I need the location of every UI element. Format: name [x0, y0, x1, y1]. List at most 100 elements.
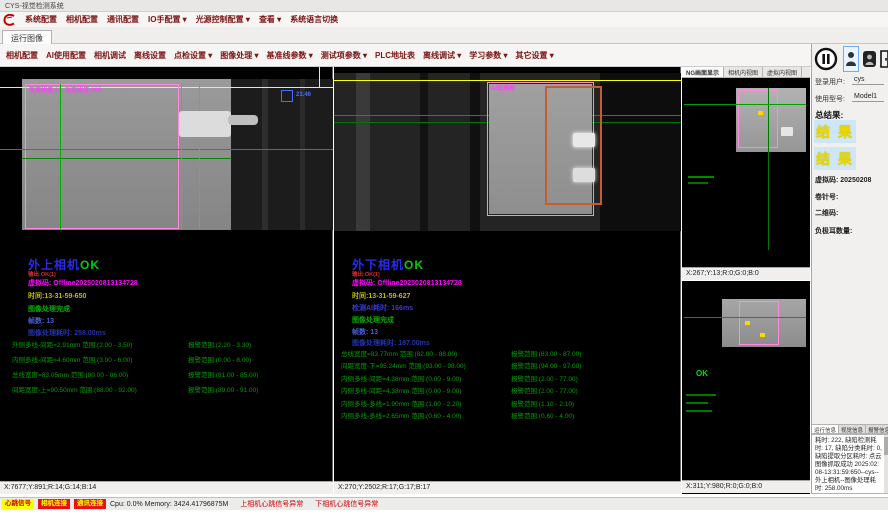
measurement-text: 内侧多线-多线=2.65mm 范围:(0.60 - 4.00) — [341, 410, 461, 420]
result-badge-bottom: 结 果 — [814, 147, 856, 170]
roi-threshold-label: 灰度阈值:93, 动态阈值:100 — [29, 85, 101, 94]
toolbar-other-setting[interactable]: 其它设置 ▾ — [516, 50, 554, 61]
menu-item-camera-config[interactable]: 相机配置 — [66, 14, 98, 25]
toolbar-camera-config[interactable]: 相机配置 — [6, 50, 38, 61]
mid-image-dark-area — [600, 73, 681, 231]
process-done-text: 图像处理完成 — [28, 304, 70, 314]
alarm-range-text: 报警范围:(81.00 - 85.00) — [188, 369, 258, 379]
alarm-range-text: 报警范围:(0.00 - 8.00) — [188, 354, 251, 364]
application-window: CYS-视觉检测系统 系统配置 相机配置 通讯配置 IO手配置 ▾ 光源控制配置… — [0, 0, 888, 522]
toolbar-offline-debug[interactable]: 离线调试 ▾ — [423, 50, 461, 61]
right-sidebar: 登录用户: cys 使用型号: Model1 总结果: 结 果 结 果 虚拟码:… — [811, 44, 888, 494]
menu-item-view[interactable]: 查看 ▾ — [259, 14, 281, 25]
tab-strip: 运行图像 — [0, 27, 888, 44]
menu-item-comm-config[interactable]: 通讯配置 — [107, 14, 139, 25]
log-scrollbar[interactable] — [884, 435, 888, 494]
capture-time-text: 时间:13-31-59-627 — [352, 291, 410, 301]
left-image-stripe — [262, 79, 268, 230]
preview-panel[interactable]: OK X:311;Y:980;R:0;G:0;B:0 — [682, 281, 810, 494]
log-text-area[interactable]: 耗时: 222, 缺陷检测耗时: 17, 缺陷分类耗时: 0, 缺陷提取分区耗时… — [812, 434, 888, 494]
virtual-code-text: 虚拟码: Offline2025020813134728 — [28, 278, 138, 288]
toolbar-ai-config[interactable]: AI使用配置 — [46, 50, 86, 61]
tab-camera-view[interactable]: 相机内视图 — [724, 67, 763, 77]
user-login-button[interactable] — [843, 46, 859, 72]
tab-vision-info[interactable]: 视觉信息 — [839, 425, 866, 433]
preview-result-text: OK — [696, 369, 708, 378]
exit-button[interactable] — [879, 49, 888, 69]
login-user-label: 登录用户: — [815, 77, 845, 87]
alarm-range-text: 报警范围:(89.00 - 91.00) — [188, 384, 258, 394]
bright-tab-blob — [573, 168, 595, 182]
tab-run-image[interactable]: 运行图像 — [2, 30, 52, 44]
log-scrollbar-thumb[interactable] — [884, 437, 888, 455]
measurement-text: 间距宽度-下=95.24mm 范围:(93.00 - 98.00) — [341, 360, 466, 370]
green-measure-line — [684, 104, 806, 105]
middle-pixel-status-bar: X:270;Y:2502;R:17;G:17;B:17 — [334, 481, 681, 494]
heartbeat-status-badge: 心跳信号 — [2, 499, 34, 509]
ai-roi-label: AI处理框 — [491, 83, 515, 92]
toolbar-plc-address[interactable]: PLC地址表 — [375, 50, 415, 61]
comm-link-status-badge: 通讯连接 — [74, 499, 106, 509]
login-user-value[interactable]: cys — [852, 76, 884, 85]
measurement-text: 内侧多线-间距=4.38mm 范围:(0.00 - 9.00) — [341, 385, 461, 395]
reel-number-label: 卷针号: — [815, 192, 838, 202]
ng-panel-tabs: NG画面显示 相机内视图 虚拟内视图 — [682, 67, 810, 78]
menu-item-system-config[interactable]: 系统配置 — [25, 14, 57, 25]
measurement-text: 外侧多线-间距=2.91mm 范围:(2.00 - 3.50) — [12, 339, 132, 349]
mid-image-stripe — [470, 73, 480, 231]
yellow-marker — [760, 333, 765, 337]
violet-measure-line — [181, 84, 182, 229]
tab-virtual-view[interactable]: 虚拟内视图 — [763, 67, 802, 77]
window-titlebar[interactable]: CYS-视觉检测系统 — [0, 0, 888, 12]
tab-alarm-info[interactable]: 报警信息 — [866, 425, 888, 433]
overlay-text-smudge — [686, 394, 716, 396]
process-elapsed-text: 图像处理耗时: 187.00ms — [352, 338, 430, 348]
overlay-text-smudge — [688, 182, 708, 184]
toolbar-learn-params[interactable]: 学习参数 ▾ — [469, 50, 507, 61]
left-camera-viewport[interactable]: 灰度阈值:93, 动态阈值:100 23.46 外上相机OK 输出:OK(1) … — [0, 67, 333, 494]
menu-item-light-config[interactable]: 光源控制配置 ▾ — [196, 14, 250, 25]
user-settings-icon — [862, 50, 877, 68]
model-value[interactable]: Model1 — [852, 93, 884, 102]
roi-rectangle — [25, 84, 179, 229]
toolbar-offline-setting[interactable]: 离线设置 — [134, 50, 166, 61]
virtual-code-text: 虚拟码: Offline2025020813134728 — [352, 278, 462, 288]
capture-time-text: 时间:13-31-59-650 — [28, 291, 86, 301]
bright-tab-blob — [573, 133, 595, 147]
menu-item-language[interactable]: 系统语言切换 — [290, 14, 338, 25]
violet-measure-line — [199, 84, 200, 229]
ng-display-panel[interactable]: NG画面显示 相机内视图 虚拟内视图 X:267;Y:13;R:0;G:0;B:… — [682, 67, 810, 280]
result-badge-top: 结 果 — [814, 120, 856, 143]
toolbar-baseline-params[interactable]: 基准线参数 ▾ — [267, 50, 313, 61]
left-image-stripe — [300, 79, 305, 230]
tab-run-info[interactable]: 运行信息 — [812, 425, 839, 433]
lower-camera-warning: 下相机心跳信号异常 — [315, 499, 378, 509]
connector-cable — [228, 115, 258, 125]
yellow-marker — [758, 111, 763, 115]
alarm-range-text: 报警范围:(2.00 - 77.00) — [511, 373, 578, 383]
green-measure-line — [684, 317, 806, 318]
middle-camera-viewport[interactable]: AI处理框 外下相机OK 输出:OK(1) 虚拟码: Offline202502… — [334, 67, 681, 494]
virtual-code-field: 虚拟码: 20250208 — [815, 175, 871, 185]
measurement-text: 内侧多线-间距=4.60mm 范围:(3.00 - 6.00) — [12, 354, 132, 364]
menu-item-io-config[interactable]: IO手配置 ▾ — [148, 14, 187, 25]
green-measure-line — [768, 88, 769, 250]
user-manage-button[interactable] — [862, 49, 877, 69]
toolbar-image-process[interactable]: 图像处理 ▾ — [220, 50, 258, 61]
toolbar-camera-debug[interactable]: 相机调试 — [94, 50, 126, 61]
pause-button[interactable] — [814, 47, 838, 71]
process-elapsed-text: 图像处理耗时: 258.00ms — [28, 328, 106, 338]
alarm-range-text: 报警范围:(0.60 - 4.00) — [511, 410, 574, 420]
tab-ng-display[interactable]: NG画面显示 — [682, 67, 724, 77]
overlay-text-smudge — [686, 410, 712, 412]
frame-count-text: 帧数: 13 — [28, 316, 54, 326]
toolbar-test-params[interactable]: 测试项参数 ▾ — [321, 50, 367, 61]
mid-image-stripe — [420, 73, 428, 231]
alarm-range-text: 报警范围:(94.00 - 97.00) — [511, 360, 581, 370]
alarm-range-text: 报警范围:(83.00 - 87.00) — [511, 348, 581, 358]
toolbar-spotcheck-setting[interactable]: 点检设置 ▾ — [174, 50, 212, 61]
output-note: 输出:OK(1) — [28, 270, 56, 278]
camera-result: OK — [404, 258, 424, 272]
negative-tab-count-label: 负极耳数量: — [815, 226, 852, 236]
yellow-marker — [745, 321, 750, 325]
